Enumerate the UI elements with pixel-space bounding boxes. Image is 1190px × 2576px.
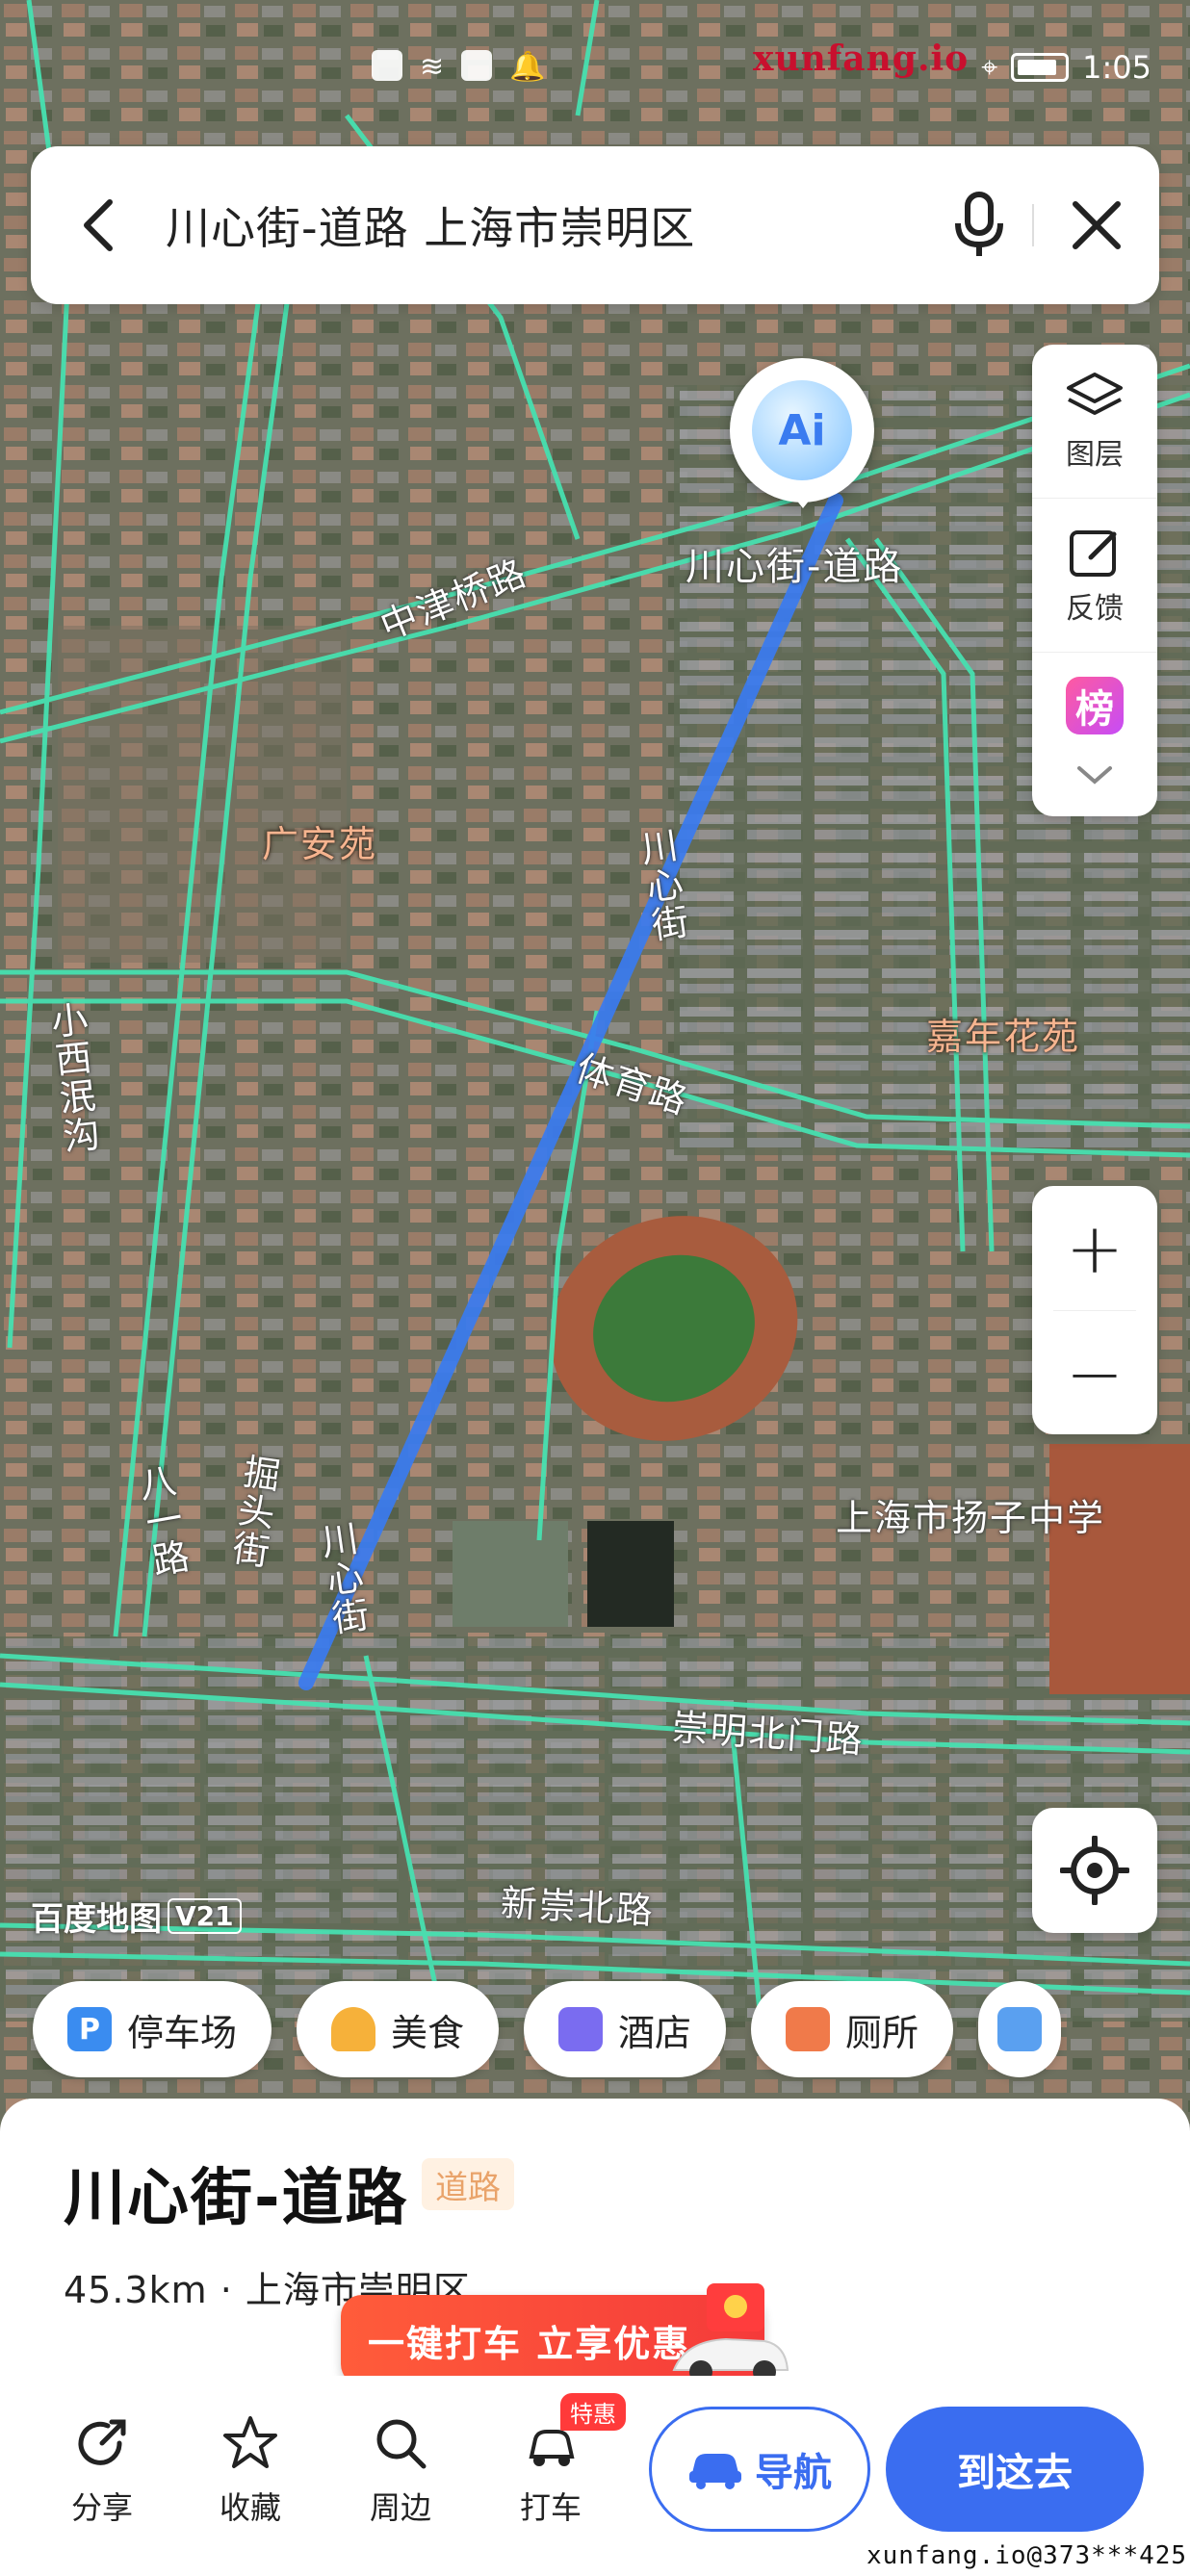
navigate-button[interactable]: 导航 xyxy=(649,2407,870,2532)
zoom-control: + − xyxy=(1032,1186,1157,1434)
ranking-icon: 榜 xyxy=(1066,677,1124,734)
food-icon xyxy=(331,2007,376,2051)
category-chips: P 停车场 美食 酒店 厕所 xyxy=(33,1981,1062,2077)
marker-label: 川心街-道路 xyxy=(686,545,904,589)
ai-badge: Ai xyxy=(752,380,852,480)
place-title: 川心街-道路 xyxy=(64,2163,409,2234)
navigate-label: 导航 xyxy=(755,2451,832,2495)
chevron-down-icon[interactable] xyxy=(1075,764,1114,786)
poi-label-guanganyuan[interactable]: 广安苑 xyxy=(262,814,377,867)
feedback-label: 反馈 xyxy=(1066,591,1124,626)
road-label-xinchongbei: 新崇北路 xyxy=(499,1881,656,1933)
promo-text: 一键打车 立享优惠 xyxy=(368,2322,691,2365)
chip-parking[interactable]: P 停车场 xyxy=(33,1981,272,2077)
taxi-label: 打车 xyxy=(519,2489,582,2526)
go-here-button[interactable]: 到这去 xyxy=(886,2407,1144,2532)
back-button[interactable] xyxy=(31,146,166,304)
chip-toilet[interactable]: 厕所 xyxy=(751,1981,954,2077)
taxi-button[interactable]: 打车 xyxy=(493,2414,608,2528)
close-icon xyxy=(1073,201,1121,249)
nearby-button[interactable]: 周边 xyxy=(343,2414,458,2528)
location-icon: ⌖ xyxy=(981,50,998,85)
nearby-label: 周边 xyxy=(369,2489,431,2526)
layers-icon xyxy=(1067,372,1123,415)
favorite-button[interactable]: 收藏 xyxy=(193,2414,308,2528)
sim-icon xyxy=(372,50,402,81)
special-offer-badge: 特惠 xyxy=(560,2393,626,2431)
chip-label: 厕所 xyxy=(845,2011,919,2054)
watermark-bottom: xunfang.io@373***425 xyxy=(867,2541,1188,2570)
voice-button[interactable] xyxy=(926,146,1032,304)
baidu-version-badge: V21 xyxy=(168,1898,242,1934)
hotel-icon xyxy=(558,2007,604,2051)
ranking-button[interactable]: 榜 xyxy=(1032,653,1157,759)
chip-food[interactable]: 美食 xyxy=(297,1981,500,2077)
feedback-edit-icon xyxy=(1070,529,1117,577)
clock: 1:05 xyxy=(1082,49,1151,86)
notification-icon xyxy=(461,50,493,81)
layers-label: 图层 xyxy=(1066,437,1124,472)
feedback-button[interactable]: 反馈 xyxy=(1032,499,1157,653)
wifi-icon: ≋ xyxy=(420,50,445,84)
star-icon xyxy=(223,2416,277,2468)
share-label: 分享 xyxy=(70,2489,133,2526)
toilet-icon xyxy=(786,2007,831,2051)
status-icons-left: ≋ 🔔 xyxy=(372,50,546,84)
search-input[interactable]: 川心街-道路 上海市崇明区 xyxy=(166,193,926,257)
signboard-icon xyxy=(997,2007,1043,2051)
close-button[interactable] xyxy=(1034,146,1159,304)
watermark-top: xunfang.io xyxy=(753,39,970,79)
battery-icon xyxy=(1011,53,1070,82)
favorite-label: 收藏 xyxy=(219,2489,281,2526)
ai-marker-tip xyxy=(788,489,818,508)
chip-more[interactable] xyxy=(978,1981,1062,2077)
microphone-icon xyxy=(955,192,1003,256)
share-icon xyxy=(78,2419,126,2465)
status-bar: ⌖ 1:05 xyxy=(981,39,1151,96)
poi-label-jianianhuayuan[interactable]: 嘉年花苑 xyxy=(926,1007,1080,1060)
chip-label: 停车场 xyxy=(127,2011,238,2054)
place-category-tag: 道路 xyxy=(422,2158,514,2210)
map-tool-panel: 图层 反馈 榜 xyxy=(1032,345,1157,816)
parking-icon: P xyxy=(67,2007,112,2051)
zoom-in-button[interactable]: + xyxy=(1032,1186,1157,1310)
locate-button[interactable] xyxy=(1032,1808,1157,1933)
search-icon xyxy=(376,2419,427,2469)
search-bar[interactable]: 川心街-道路 上海市崇明区 xyxy=(31,146,1159,304)
baidu-map-logo: 百度地图 V21 xyxy=(31,1893,242,1940)
landmark-label-yangzi-school[interactable]: 上海市扬子中学 xyxy=(836,1488,1105,1541)
share-button[interactable]: 分享 xyxy=(44,2414,160,2528)
car-icon xyxy=(689,2454,741,2489)
chip-label: 酒店 xyxy=(618,2011,692,2054)
bell-icon: 🔔 xyxy=(509,50,546,84)
baidu-logo-text: 百度地图 xyxy=(31,1900,162,1939)
layers-button[interactable]: 图层 xyxy=(1032,345,1157,499)
zoom-out-button[interactable]: − xyxy=(1032,1311,1157,1435)
chip-hotel[interactable]: 酒店 xyxy=(524,1981,727,2077)
crosshair-icon xyxy=(1060,1836,1129,1905)
ai-marker[interactable]: Ai xyxy=(730,358,874,502)
chip-label: 美食 xyxy=(391,2011,465,2054)
chevron-left-icon xyxy=(84,199,113,251)
